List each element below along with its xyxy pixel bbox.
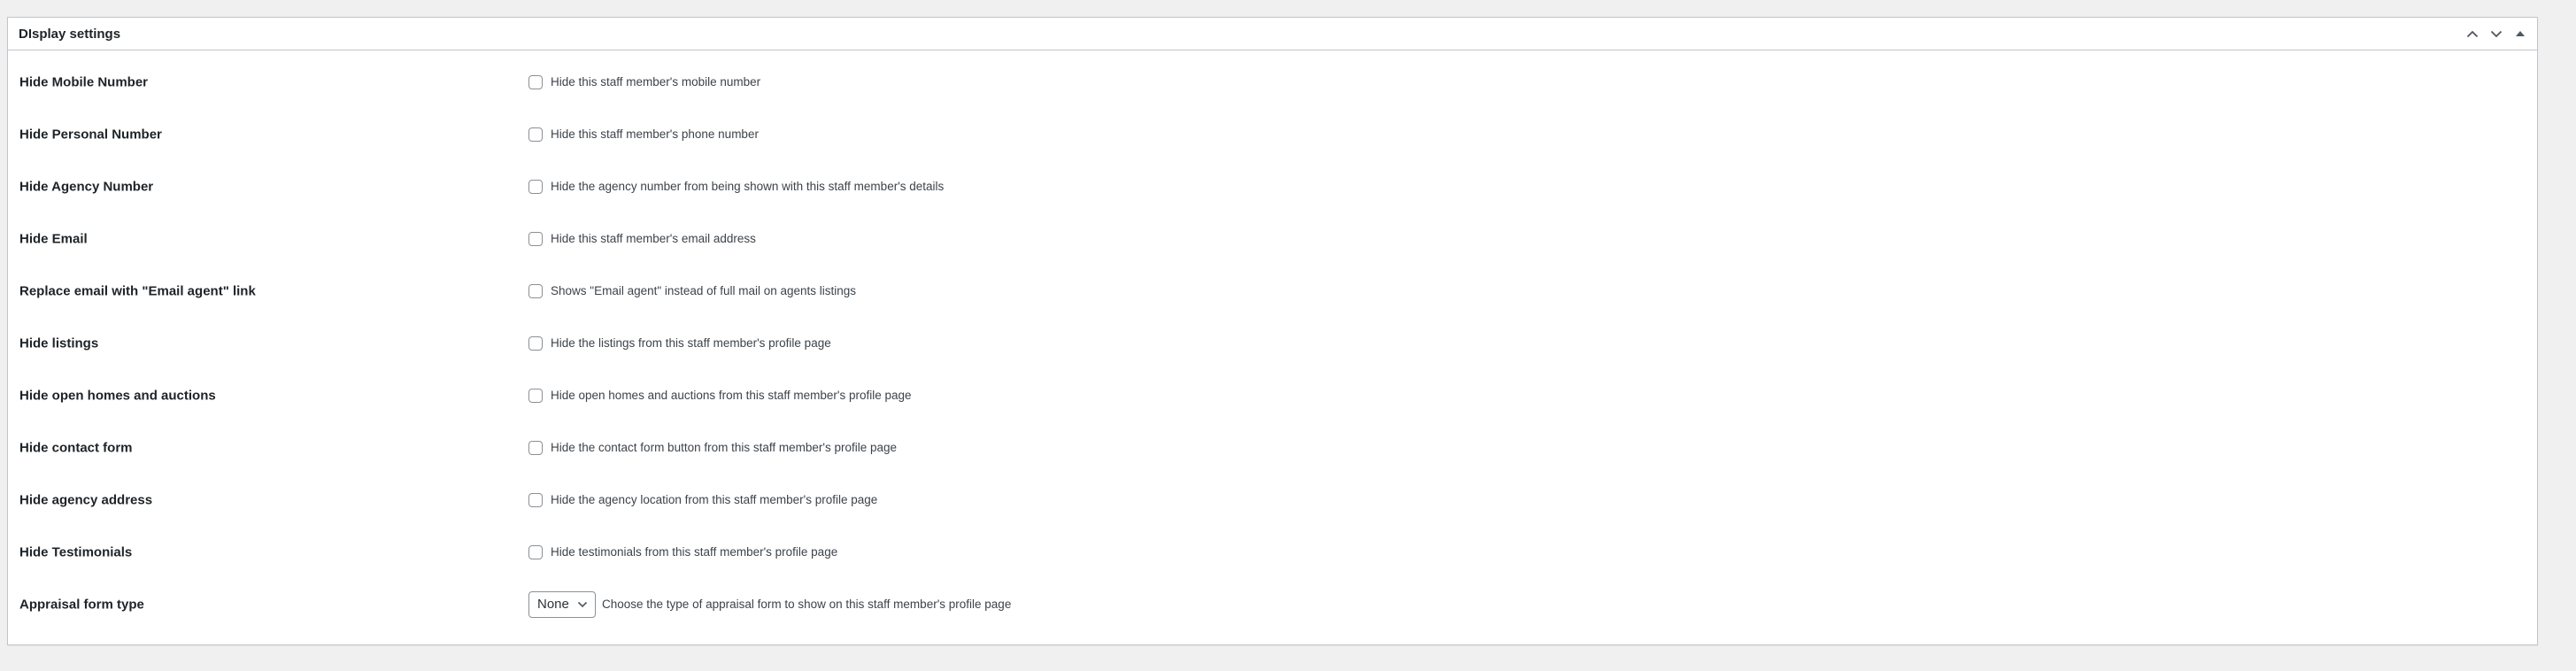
row-field: Shows "Email agent" instead of full mail…	[528, 283, 857, 298]
row-description: Hide the contact form button from this s…	[551, 441, 898, 454]
row-field: Hide the contact form button from this s…	[528, 440, 898, 455]
hide-listings-checkbox[interactable]	[528, 336, 543, 351]
row-label: Hide open homes and auctions	[19, 388, 216, 403]
chevron-down-icon	[2490, 30, 2502, 37]
row-field: Hide the listings from this staff member…	[528, 336, 831, 351]
hide-testimonials-checkbox[interactable]	[528, 544, 543, 559]
row-description: Hide this staff member's phone number	[551, 127, 759, 141]
display-settings-postbox: DIsplay settings Hide Mobile Number Hide…	[7, 17, 2538, 645]
row-hide-email: Hide Email Hide this staff member's emai…	[8, 212, 2537, 265]
row-description: Choose the type of appraisal form to sho…	[602, 598, 1012, 611]
row-description: Hide the listings from this staff member…	[551, 336, 831, 350]
row-hide-personal-number: Hide Personal Number Hide this staff mem…	[8, 108, 2537, 160]
row-label: Hide Email	[19, 231, 88, 246]
handle-actions	[2460, 18, 2532, 50]
row-description: Hide this staff member's email address	[551, 232, 756, 245]
row-hide-agency-address: Hide agency address Hide the agency loca…	[8, 474, 2537, 526]
row-hide-contact-form: Hide contact form Hide the contact form …	[8, 421, 2537, 474]
row-field: Hide this staff member's phone number	[528, 127, 759, 142]
row-description: Hide the agency location from this staff…	[551, 493, 878, 506]
postbox-title: DIsplay settings	[19, 26, 121, 42]
postbox-header: DIsplay settings	[8, 18, 2537, 50]
row-field: Hide testimonials from this staff member…	[528, 544, 838, 559]
row-label: Hide Personal Number	[19, 127, 162, 142]
row-field: Hide the agency location from this staff…	[528, 492, 878, 507]
row-hide-testimonials: Hide Testimonials Hide testimonials from…	[8, 526, 2537, 578]
hide-open-homes-checkbox[interactable]	[528, 388, 543, 403]
row-label: Hide agency address	[19, 492, 153, 507]
row-description: Hide this staff member's mobile number	[551, 75, 761, 89]
hide-contact-form-checkbox[interactable]	[528, 440, 543, 455]
row-label: Replace email with "Email agent" link	[19, 283, 256, 298]
chevron-up-icon	[2466, 30, 2478, 37]
row-field: Hide this staff member's email address	[528, 231, 756, 246]
hide-agency-number-checkbox[interactable]	[528, 179, 543, 194]
row-description: Hide open homes and auctions from this s…	[551, 389, 912, 402]
row-label: Hide listings	[19, 336, 99, 351]
caret-up-icon	[2515, 31, 2525, 36]
hide-personal-number-checkbox[interactable]	[528, 127, 543, 142]
row-field: None Choose the type of appraisal form t…	[528, 590, 1012, 618]
row-description: Hide testimonials from this staff member…	[551, 545, 838, 559]
row-appraisal-form-type: Appraisal form type None Choose the type…	[8, 578, 2537, 630]
row-label: Hide Testimonials	[19, 544, 133, 559]
row-hide-listings: Hide listings Hide the listings from thi…	[8, 317, 2537, 369]
move-down-button[interactable]	[2484, 18, 2508, 50]
hide-mobile-number-checkbox[interactable]	[528, 74, 543, 89]
hide-email-checkbox[interactable]	[528, 231, 543, 246]
row-field: Hide open homes and auctions from this s…	[528, 388, 912, 403]
replace-email-link-checkbox[interactable]	[528, 283, 543, 298]
row-replace-email-link: Replace email with "Email agent" link Sh…	[8, 265, 2537, 317]
row-label: Hide contact form	[19, 440, 133, 455]
row-label: Hide Agency Number	[19, 179, 154, 194]
hide-agency-address-checkbox[interactable]	[528, 492, 543, 507]
toggle-panel-button[interactable]	[2508, 18, 2532, 50]
row-label: Appraisal form type	[19, 597, 144, 612]
row-label: Hide Mobile Number	[19, 74, 149, 89]
select-value: None	[537, 597, 569, 612]
row-hide-agency-number: Hide Agency Number Hide the agency numbe…	[8, 160, 2537, 212]
row-field: Hide the agency number from being shown …	[528, 179, 945, 194]
chevron-down-icon	[577, 601, 588, 607]
row-hide-open-homes: Hide open homes and auctions Hide open h…	[8, 369, 2537, 421]
move-up-button[interactable]	[2460, 18, 2484, 50]
appraisal-form-type-select[interactable]: None	[528, 590, 596, 618]
row-description: Shows "Email agent" instead of full mail…	[551, 284, 857, 297]
row-description: Hide the agency number from being shown …	[551, 180, 945, 193]
row-field: Hide this staff member's mobile number	[528, 74, 761, 89]
row-hide-mobile-number: Hide Mobile Number Hide this staff membe…	[8, 56, 2537, 108]
